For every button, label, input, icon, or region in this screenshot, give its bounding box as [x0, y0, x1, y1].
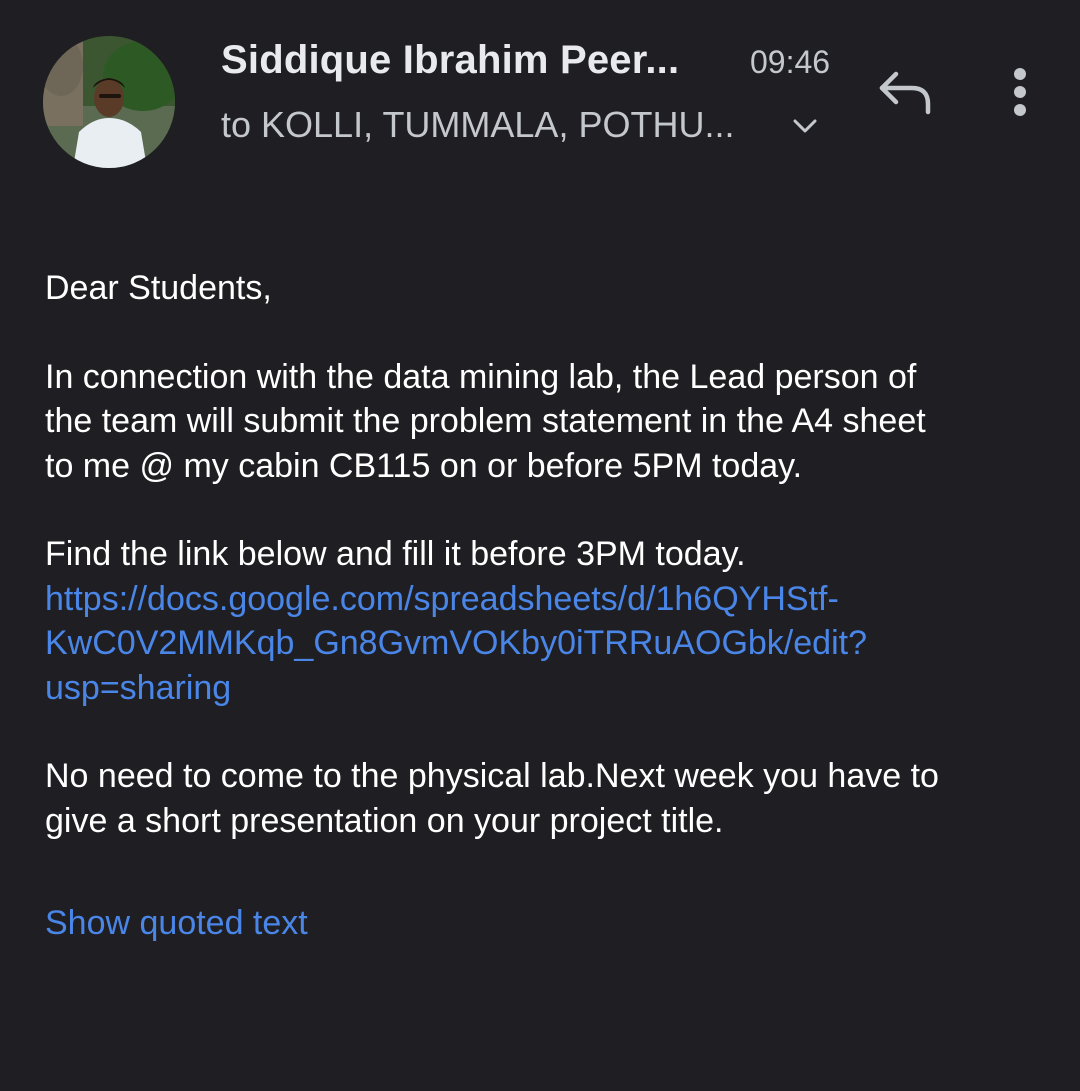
body-paragraph-2: Find the link below and fill it before 3…	[45, 535, 746, 573]
chevron-down-icon[interactable]	[790, 114, 820, 138]
body-line: give a short presentation on your projec…	[45, 801, 724, 840]
body-paragraph-3: No need to come to the physical lab.Next…	[45, 754, 1045, 843]
greeting: Dear Students,	[45, 269, 272, 307]
avatar-image	[43, 36, 175, 168]
received-time: 09:46	[750, 44, 831, 80]
link-line[interactable]: https://docs.google.com/spreadsheets/d/1…	[45, 577, 1045, 622]
reply-icon[interactable]	[876, 68, 934, 116]
body-line: the team will submit the problem stateme…	[45, 402, 926, 440]
more-vert-icon[interactable]	[1000, 66, 1040, 118]
spreadsheet-link[interactable]: https://docs.google.com/spreadsheets/d/1…	[45, 577, 1045, 711]
email-header: Siddique Ibrahim Peer... 09:46 to KOLLI,…	[0, 0, 1080, 200]
body-line: No need to come to the physical lab.Next…	[45, 757, 939, 795]
email-view: Siddique Ibrahim Peer... 09:46 to KOLLI,…	[0, 0, 1080, 1091]
avatar[interactable]	[43, 36, 175, 168]
link-line[interactable]: usp=sharing	[45, 666, 1045, 711]
sender-name[interactable]: Siddique Ibrahim Peer...	[221, 38, 679, 83]
recipients-line[interactable]: to KOLLI, TUMMALA, POTHU...	[221, 104, 734, 146]
link-line[interactable]: KwC0V2MMKqb_Gn8GvmVOKby0iTRRuAOGbk/edit?	[45, 621, 1045, 666]
body-paragraph-1: In connection with the data mining lab, …	[45, 355, 1045, 489]
body-line: to me @ my cabin CB115 on or before 5PM …	[45, 446, 803, 485]
email-body: Dear Students, In connection with the da…	[45, 266, 1045, 843]
body-line: In connection with the data mining lab, …	[45, 357, 917, 396]
show-quoted-text-link[interactable]: Show quoted text	[45, 904, 308, 943]
